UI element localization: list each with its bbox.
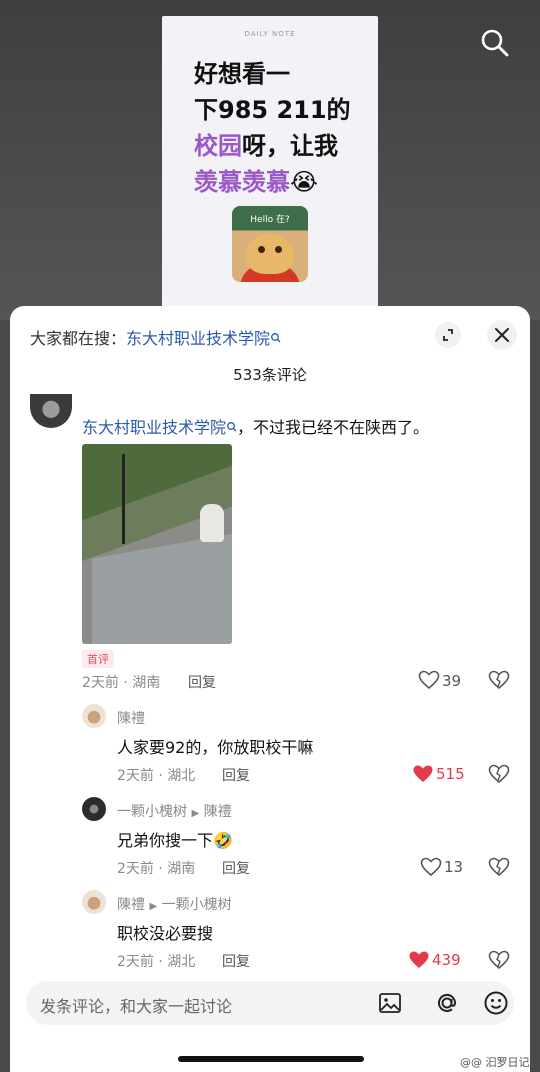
reply-body: 兄弟你搜一下 xyxy=(117,831,214,850)
dislike-icon[interactable] xyxy=(488,857,510,877)
suggestion-keyword[interactable]: 东大村职业技术学院 xyxy=(126,329,270,348)
video-note-card[interactable]: DAILY NOTE 好想看一 下985 211的 校园呀，让我 羡慕羡慕😭 H… xyxy=(162,16,378,316)
dislike-icon[interactable] xyxy=(488,950,510,970)
first-comment-badge: 首评 xyxy=(82,650,114,668)
photo-statue xyxy=(200,504,224,542)
search-icon[interactable] xyxy=(480,28,510,58)
sticker-face xyxy=(246,234,294,274)
comment-photo[interactable] xyxy=(82,444,232,644)
reply-author-line: 陳禮 ▶ 一颗小槐树 xyxy=(117,894,232,914)
photo-lamp-pole xyxy=(122,454,125,544)
reply-author[interactable]: 陳禮 xyxy=(117,897,145,913)
reply-target[interactable]: 一颗小槐树 xyxy=(162,897,232,913)
comment-meta: 2天前 · 湖南 xyxy=(82,675,161,691)
avatar[interactable] xyxy=(82,890,106,914)
comment-keyword-link[interactable]: 东大村职业技术学院 xyxy=(82,418,226,437)
crying-emoji: 😭 xyxy=(290,168,319,196)
note-line-4: 羡慕羡慕😭 xyxy=(194,164,351,200)
emoji-icon[interactable] xyxy=(483,990,509,1020)
reply-button[interactable]: 回复 xyxy=(222,951,250,971)
hello-label: Hello 在? xyxy=(250,215,290,225)
reply-button[interactable]: 回复 xyxy=(222,765,250,785)
dislike-icon[interactable] xyxy=(488,670,510,690)
reply-author-line: 一颗小槐树 ▶ 陳禮 xyxy=(117,801,232,821)
note-tag: DAILY NOTE xyxy=(244,30,296,38)
reply-meta: 2天前 · 湖南 xyxy=(117,861,196,877)
laughing-emoji: 🤣 xyxy=(213,831,233,850)
heart-icon[interactable] xyxy=(418,670,440,690)
heart-filled-icon[interactable] xyxy=(412,764,434,784)
like-count: 13 xyxy=(444,858,464,876)
note-text: 好想看一 下985 211的 校园呀，让我 羡慕羡慕😭 xyxy=(194,56,351,200)
note-highlight-2: 羡慕羡慕 xyxy=(194,168,290,196)
heart-icon[interactable] xyxy=(420,857,442,877)
hello-sticker: Hello 在? xyxy=(232,206,308,282)
search-suggestion[interactable]: 大家都在搜：东大村职业技术学院 xyxy=(30,325,281,349)
avatar[interactable] xyxy=(82,797,106,821)
avatar[interactable] xyxy=(82,704,106,728)
comment-sheet: 大家都在搜：东大村职业技术学院 533条评论 东大村职业技术学院 ，不过我已经不在… xyxy=(10,306,530,1072)
comment-input[interactable]: 发条评论，和大家一起讨论 xyxy=(26,981,514,1025)
reply-arrow-icon: ▶ xyxy=(149,901,158,912)
expand-icon[interactable] xyxy=(435,322,461,348)
reply-author[interactable]: 陳禮 xyxy=(117,708,145,728)
reply-text: 职校没必要搜 xyxy=(117,924,214,943)
reply-text: 兄弟你搜一下🤣 xyxy=(117,827,233,851)
like-count: 39 xyxy=(442,672,462,690)
reply-meta: 2天前 · 湖北 xyxy=(117,954,196,970)
note-line-3-rest: 呀，让我 xyxy=(242,132,338,160)
comment-input-placeholder: 发条评论，和大家一起讨论 xyxy=(40,997,233,1016)
reply-button[interactable]: 回复 xyxy=(222,858,250,878)
watermark: @@ 汩罗日记 xyxy=(460,1056,530,1069)
image-icon[interactable] xyxy=(378,991,402,1019)
heart-filled-icon[interactable] xyxy=(408,950,430,970)
small-search-icon xyxy=(270,329,281,348)
photo-road xyxy=(92,534,232,644)
reply-target[interactable]: 陳禮 xyxy=(204,804,232,820)
comment-count: 533条评论 xyxy=(233,366,307,384)
reply-author[interactable]: 一颗小槐树 xyxy=(117,804,187,820)
close-icon[interactable] xyxy=(487,320,517,350)
comment-text: 东大村职业技术学院 ，不过我已经不在陕西了。 xyxy=(82,414,429,438)
reply-button[interactable]: 回复 xyxy=(188,672,216,692)
note-line-3: 校园呀，让我 xyxy=(194,128,351,164)
like-count: 439 xyxy=(432,951,461,969)
avatar[interactable] xyxy=(30,394,72,428)
reply-arrow-icon: ▶ xyxy=(191,808,200,819)
comment-body: ，不过我已经不在陕西了。 xyxy=(237,418,430,437)
dislike-icon[interactable] xyxy=(488,764,510,784)
mention-icon[interactable] xyxy=(434,990,460,1020)
home-indicator[interactable] xyxy=(178,1056,364,1062)
small-search-icon xyxy=(227,422,237,432)
note-line-1: 好想看一 xyxy=(194,60,290,88)
note-highlight-1: 校园 xyxy=(194,132,242,160)
reply-meta: 2天前 · 湖北 xyxy=(117,768,196,784)
reply-text: 人家要92的，你放职校干嘛 xyxy=(117,738,314,757)
note-line-2: 下985 211的 xyxy=(194,96,351,124)
suggestion-prefix: 大家都在搜： xyxy=(30,329,127,348)
like-count: 515 xyxy=(436,765,465,783)
